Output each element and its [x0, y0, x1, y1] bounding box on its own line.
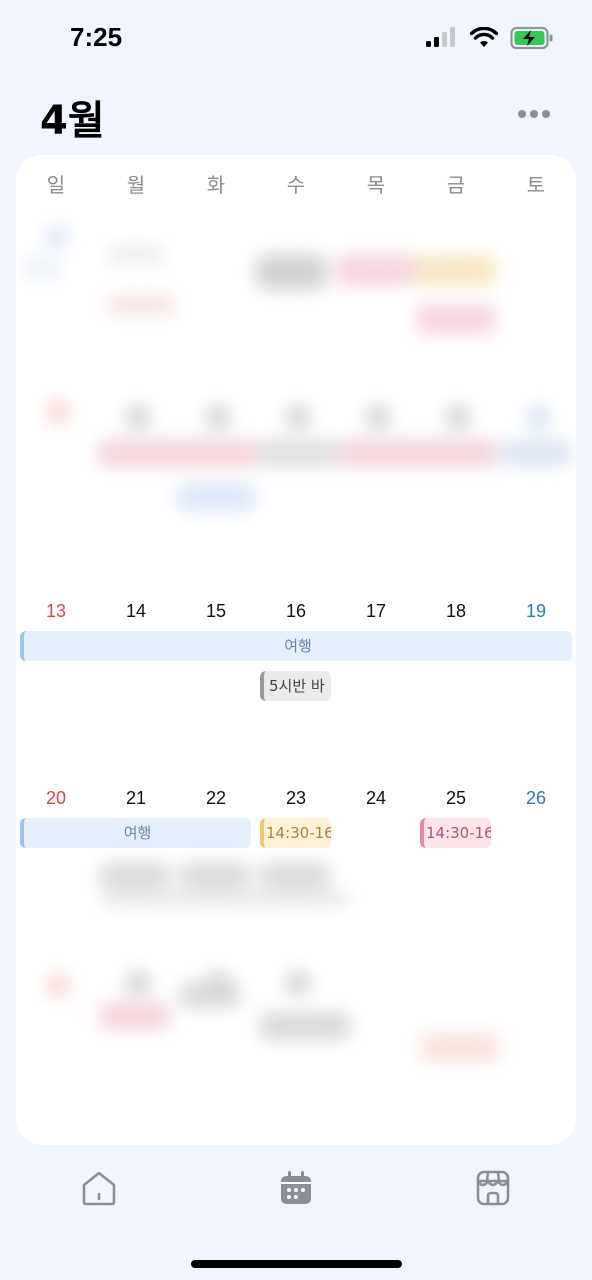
day-cell-21[interactable]: 21: [96, 788, 176, 809]
blurred-weeks-bottom: [16, 863, 576, 1123]
battery-charging-icon: [510, 26, 553, 50]
event-pink[interactable]: 14:30-16: [420, 818, 491, 848]
tab-store[interactable]: [473, 1168, 513, 1208]
day-cell-23[interactable]: 23: [256, 788, 336, 809]
weekday-mon: 월: [126, 173, 146, 197]
event-gray[interactable]: 5시반 바: [260, 671, 331, 701]
home-indicator[interactable]: [191, 1260, 402, 1268]
calendar-icon: [281, 1171, 311, 1204]
week-row-20: 20 21 22 23 24 25 26 여행 14:30-16 14:30-1…: [16, 788, 576, 868]
day-cell-18[interactable]: 18: [416, 601, 496, 622]
day-cell-20[interactable]: 20: [16, 788, 96, 809]
day-cell-13[interactable]: 13: [16, 601, 96, 622]
weekday-fri: 금: [446, 173, 466, 197]
day-cell-14[interactable]: 14: [96, 601, 176, 622]
blurred-weeks-top: [16, 225, 576, 515]
weekday-thu: 목: [366, 173, 386, 197]
ellipsis-icon: [518, 110, 526, 118]
calendar-card: 일 월 화 수 목 금 토 13 14 15 16 17 18 19 여행 5시…: [16, 155, 576, 1145]
day-cell-22[interactable]: 22: [176, 788, 256, 809]
day-cell-15[interactable]: 15: [176, 601, 256, 622]
day-cell-19[interactable]: 19: [496, 601, 576, 622]
day-cell-25[interactable]: 25: [416, 788, 496, 809]
store-icon: [476, 1170, 510, 1206]
weekday-wed: 수: [286, 173, 306, 197]
week-row-13: 13 14 15 16 17 18 19 여행 5시반 바: [16, 601, 576, 781]
header: 4월: [0, 80, 592, 150]
tab-calendar[interactable]: [276, 1168, 316, 1208]
weekday-header: 일 월 화 수 목 금 토: [16, 169, 576, 205]
status-icons: [426, 26, 554, 50]
wifi-icon: [470, 27, 498, 47]
weekday-sat: 토: [526, 173, 546, 197]
event-trip[interactable]: 여행: [20, 818, 251, 848]
day-cell-26[interactable]: 26: [496, 788, 576, 809]
event-trip[interactable]: 여행: [20, 631, 572, 661]
signal-icon: [426, 27, 455, 47]
status-time: 7:25: [70, 22, 123, 52]
tab-bar: [0, 1150, 592, 1230]
weekday-sun: 일: [46, 173, 66, 197]
month-title: 4월: [40, 98, 105, 144]
day-cell-24[interactable]: 24: [336, 788, 416, 809]
status-bar: 7:25: [0, 0, 592, 80]
home-icon: [82, 1171, 116, 1206]
day-cell-17[interactable]: 17: [336, 601, 416, 622]
event-yellow[interactable]: 14:30-16: [260, 818, 331, 848]
tab-home[interactable]: [79, 1168, 119, 1208]
weekday-tue: 화: [206, 173, 226, 197]
day-cell-16[interactable]: 16: [256, 601, 336, 622]
more-button[interactable]: [518, 104, 552, 124]
